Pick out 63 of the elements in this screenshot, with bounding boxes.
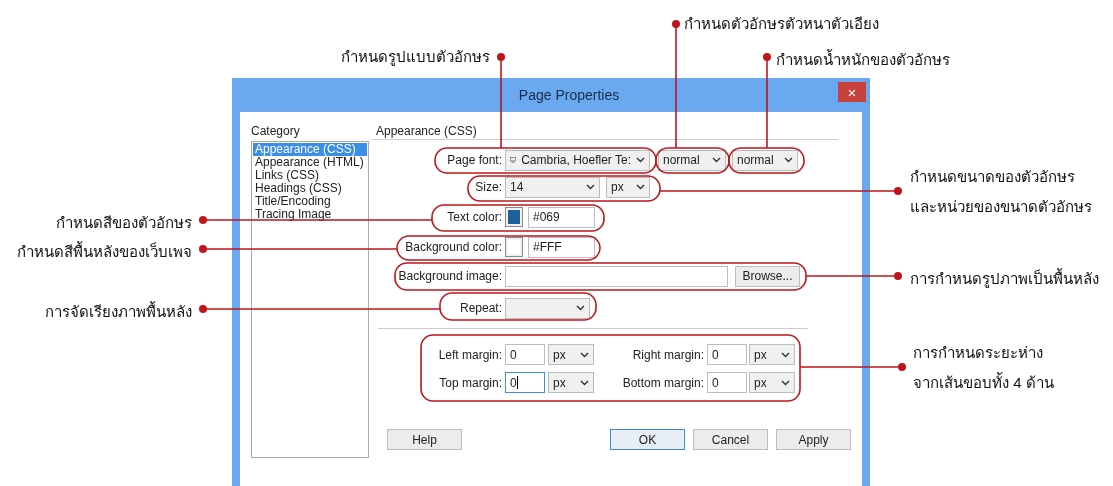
annotation-text: และหน่วยของขนาดตัวอักษร (910, 197, 1092, 217)
dialog-button[interactable]: OK (610, 429, 685, 450)
chevron-down-icon (781, 351, 790, 358)
field-label: Background image: (397, 268, 503, 285)
field-label: Top margin: (438, 374, 503, 392)
field-label: Bottom margin: (621, 374, 705, 392)
input-field[interactable]: #FFF (528, 236, 595, 258)
field-label: Text color: (446, 209, 503, 226)
unit-select[interactable]: px (548, 344, 594, 365)
input-field[interactable]: #069 (528, 206, 595, 228)
size-select[interactable]: 14 (505, 176, 600, 198)
font-select[interactable]: Cambria, Hoefler Te: (505, 149, 650, 171)
field-label: Size: (474, 179, 503, 196)
unit-select[interactable]: px (606, 176, 650, 198)
category-item[interactable]: Title/Encoding (253, 195, 367, 208)
annotation-text: กำหนดน้ำหนักของตัวอักษร (776, 48, 950, 70)
monitor-icon (510, 154, 517, 166)
annotation-text: กำหนดขนาดของตัวอักษร (910, 167, 1075, 187)
input-field[interactable]: 0 (505, 344, 545, 365)
field-label: Right margin: (631, 346, 705, 364)
section-heading: Appearance (CSS) (375, 123, 478, 139)
chevron-down-icon (580, 379, 589, 386)
unit-select[interactable]: px (548, 372, 594, 393)
field-label: Repeat: (458, 300, 503, 317)
field-label: Page font: (446, 152, 503, 169)
annotation-text: กำหนดสีพื้นหลังของเว็บเพจ (17, 240, 192, 262)
input-field[interactable]: 0 (505, 372, 545, 393)
unit-select[interactable]: px (749, 344, 795, 365)
category-item[interactable]: Tracing Image (253, 208, 367, 221)
category-item[interactable]: Headings (CSS) (253, 182, 367, 195)
field-label: Background color: (404, 239, 503, 256)
annotation-text: การกำหนดรูปภาพเป็นพื้นหลัง (910, 267, 1099, 290)
chevron-down-icon (781, 379, 790, 386)
font-style-select[interactable]: normal (658, 149, 726, 171)
annotation-text: การกำหนดระยะห่าง (913, 343, 1043, 363)
dialog-button[interactable]: Help (387, 429, 462, 450)
category-item[interactable]: Links (CSS) (253, 169, 367, 182)
category-heading: Category (251, 123, 301, 140)
dialog-button[interactable]: Cancel (693, 429, 768, 450)
annotation-text: การจัดเรียงภาพพื้นหลัง (45, 300, 192, 322)
chevron-down-icon (636, 184, 645, 190)
category-item[interactable]: Appearance (HTML) (253, 156, 367, 169)
chevron-down-icon (784, 157, 793, 163)
repeat-select[interactable] (505, 297, 590, 319)
chevron-down-icon (636, 157, 645, 163)
input-field[interactable] (505, 265, 728, 287)
annotation-text: กำหนดสีของตัวอักษร (56, 213, 192, 233)
font-weight-select[interactable]: normal (732, 149, 798, 171)
input-field[interactable]: 0 (707, 344, 747, 365)
chevron-down-icon (580, 351, 589, 358)
annotation-text: จากเส้นขอบทั้ง 4 ด้าน (913, 371, 1054, 393)
chevron-down-icon (586, 184, 595, 190)
input-field[interactable]: 0 (707, 372, 747, 393)
field-label: Left margin: (437, 346, 503, 364)
chevron-down-icon (712, 157, 721, 163)
close-button[interactable]: × (838, 82, 866, 102)
browse-button[interactable]: Browse... (735, 265, 800, 287)
annotation-text: กำหนดตัวอักษรตัวหนาตัวเอียง (684, 14, 879, 34)
chevron-down-icon (576, 305, 585, 311)
dialog-button[interactable]: Apply (776, 429, 851, 450)
unit-select[interactable]: px (749, 372, 795, 393)
window-title: Page Properties (518, 85, 620, 105)
annotation-text: กำหนดรูปแบบตัวอักษร (341, 47, 490, 68)
